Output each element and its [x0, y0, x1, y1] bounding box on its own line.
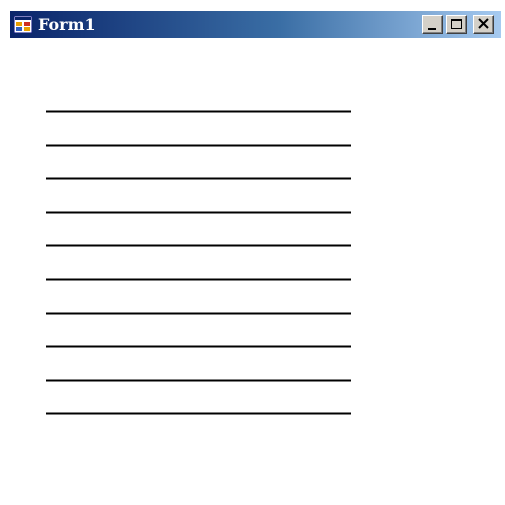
form-window: Form1 — [0, 0, 505, 505]
ruled-lines-area — [46, 110, 351, 415]
